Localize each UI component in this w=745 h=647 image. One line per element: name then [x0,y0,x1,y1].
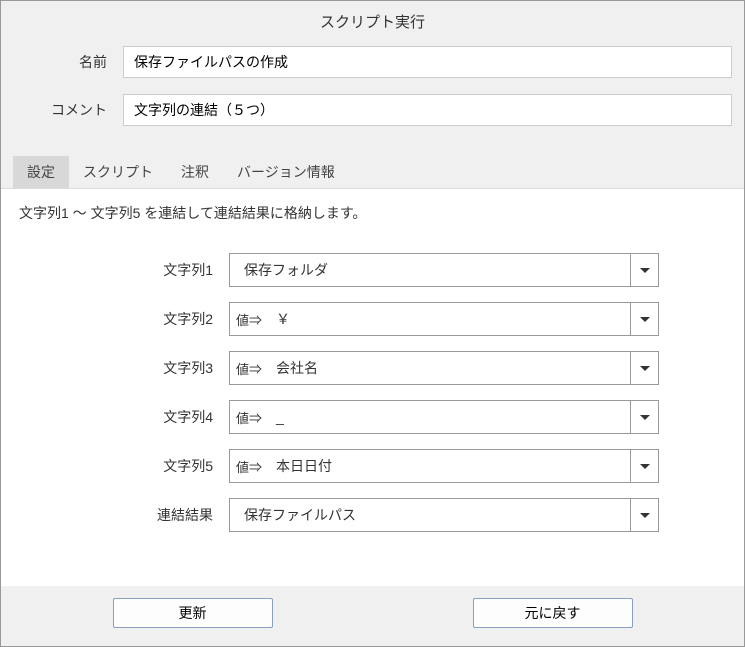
chevron-down-icon[interactable] [630,254,658,286]
param-label: 文字列5 [19,456,229,476]
param-row-string2: 文字列2 値⇒ ￥ [19,302,726,336]
comment-label: コメント [13,100,123,120]
tab-version[interactable]: バージョン情報 [223,156,349,188]
chevron-down-icon[interactable] [630,401,658,433]
param-row-string4: 文字列4 値⇒ _ [19,400,726,434]
dialog-title: スクリプト実行 [1,1,744,46]
param-row-string3: 文字列3 値⇒ 会社名 [19,351,726,385]
param-label: 文字列1 [19,260,229,280]
param-label: 文字列3 [19,358,229,378]
param-row-result: 連結結果 保存ファイルパス [19,498,726,532]
combo-value: ￥ [268,309,630,329]
param-combo-string2[interactable]: 値⇒ ￥ [229,302,659,336]
combo-prefix: 値⇒ [230,457,268,476]
script-exec-dialog: スクリプト実行 名前 コメント 設定 スクリプト 注釈 バージョン情報 文字列1… [0,0,745,647]
param-combo-string4[interactable]: 値⇒ _ [229,400,659,434]
name-row: 名前 [13,46,732,78]
name-label: 名前 [13,52,123,72]
param-label: 文字列4 [19,407,229,427]
param-combo-string1[interactable]: 保存フォルダ [229,253,659,287]
comment-input[interactable] [123,94,732,126]
comment-row: コメント [13,94,732,126]
update-button[interactable]: 更新 [113,598,273,628]
button-bar: 更新 元に戻す [1,586,744,646]
header-fields: 名前 コメント [1,46,744,156]
combo-prefix: 値⇒ [230,359,268,378]
settings-description: 文字列1 ～ 文字列5 を連結して連結結果に格納します。 [19,203,726,223]
chevron-down-icon[interactable] [630,499,658,531]
combo-value: 保存ファイルパス [230,505,630,525]
chevron-down-icon[interactable] [630,352,658,384]
tab-bar: 設定 スクリプト 注釈 バージョン情報 [1,156,744,188]
param-row-string1: 文字列1 保存フォルダ [19,253,726,287]
combo-value: 会社名 [268,358,630,378]
chevron-down-icon[interactable] [630,450,658,482]
tab-script[interactable]: スクリプト [69,156,167,188]
tab-settings[interactable]: 設定 [13,156,69,188]
combo-value: _ [268,409,630,425]
settings-panel: 文字列1 ～ 文字列5 を連結して連結結果に格納します。 文字列1 保存フォルダ… [1,188,744,586]
name-input[interactable] [123,46,732,78]
param-combo-string5[interactable]: 値⇒ 本日日付 [229,449,659,483]
param-combo-result[interactable]: 保存ファイルパス [229,498,659,532]
combo-value: 保存フォルダ [230,260,630,280]
combo-prefix: 値⇒ [230,408,268,427]
revert-button[interactable]: 元に戻す [473,598,633,628]
param-combo-string3[interactable]: 値⇒ 会社名 [229,351,659,385]
param-label: 文字列2 [19,309,229,329]
chevron-down-icon[interactable] [630,303,658,335]
param-label: 連結結果 [19,505,229,525]
tab-annotation[interactable]: 注釈 [167,156,223,188]
combo-value: 本日日付 [268,456,630,476]
combo-prefix: 値⇒ [230,310,268,329]
param-row-string5: 文字列5 値⇒ 本日日付 [19,449,726,483]
